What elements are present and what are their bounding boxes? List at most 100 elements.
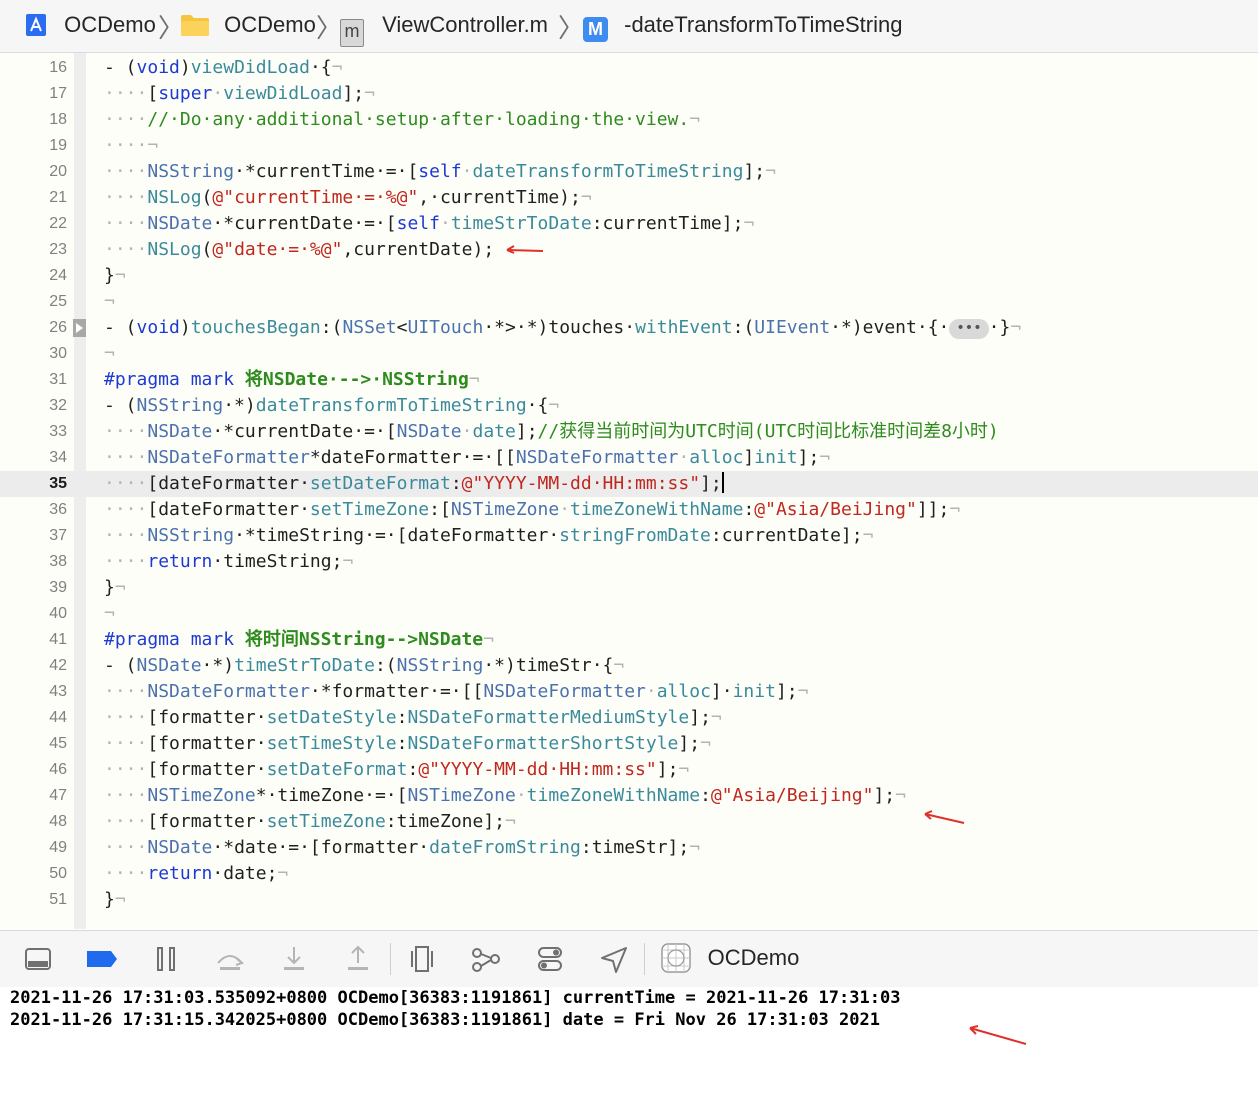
line-number: 38 xyxy=(49,553,67,570)
step-into-button[interactable] xyxy=(276,941,312,977)
code-line[interactable]: 50 ····return·date;¬ xyxy=(0,861,1258,887)
code-text: - (NSString·*)dateTransformToTimeString·… xyxy=(104,395,560,416)
line-number: 30 xyxy=(49,345,67,362)
code-line[interactable]: 20 ····NSString·*currentTime·=·[self·date… xyxy=(0,159,1258,185)
code-line[interactable]: 17 ····[super·viewDidLoad];¬ xyxy=(0,81,1258,107)
code-line[interactable]: 45 ····[formatter·setTimeStyle:NSDateForm… xyxy=(0,731,1258,757)
code-line[interactable]: 21 ····NSLog(@"currentTime·=·%@",·current… xyxy=(0,185,1258,211)
code-text: ····NSString·*currentTime·=·[self·dateTr… xyxy=(104,161,776,182)
step-out-icon xyxy=(348,945,368,970)
environment-overrides-button[interactable] xyxy=(532,941,568,977)
line-number: 37 xyxy=(49,527,67,544)
memory-graph-button[interactable] xyxy=(468,941,504,977)
simulate-location-button[interactable] xyxy=(596,941,632,977)
code-text: ····NSDate·*date·=·[formatter·dateFromSt… xyxy=(104,837,701,858)
code-line[interactable]: 25 ¬ xyxy=(0,289,1258,315)
code-text: }¬ xyxy=(104,889,126,910)
breadcrumb-file-label: ViewController.m xyxy=(382,12,549,37)
code-line[interactable]: 32 - (NSString·*)dateTransformToTimeStrin… xyxy=(0,393,1258,419)
line-number: 23 xyxy=(49,241,67,258)
breakpoint-icon xyxy=(87,951,117,967)
breadcrumb-separator-icon: 〉 xyxy=(316,14,343,44)
code-editor[interactable]: 16 - (void)viewDidLoad·{¬ 17 ····[super·vie… xyxy=(0,53,1258,929)
code-text: ····return·date;¬ xyxy=(104,863,289,884)
line-number: 47 xyxy=(49,787,67,804)
code-line[interactable]: 34 ····NSDateFormatter*dateFormatter·=·[[… xyxy=(0,445,1258,471)
code-line[interactable]: 49 ····NSDate·*date·=·[formatter·dateFrom… xyxy=(0,835,1258,861)
code-line[interactable]: 38 ····return·timeString;¬ xyxy=(0,549,1258,575)
code-text: ····//·Do·any·additional·setup·after·loa… xyxy=(104,109,701,130)
step-out-button[interactable] xyxy=(340,941,376,977)
folder-icon xyxy=(181,15,209,36)
code-line[interactable]: 23 ····NSLog(@"date·=·%@",currentDate); xyxy=(0,237,1258,263)
breadcrumb-method[interactable]: M -dateTransformToTimeString xyxy=(583,12,902,42)
code-text: - (void)touchesBegan:(NSSet<UITouch·*>·*… xyxy=(104,317,1022,339)
line-number: 44 xyxy=(49,709,67,726)
step-over-button[interactable] xyxy=(212,941,248,977)
code-line[interactable]: 44 ····[formatter·setDateStyle:NSDateForm… xyxy=(0,705,1258,731)
objc-file-icon: m xyxy=(340,19,364,47)
debug-target-label: OCDemo xyxy=(707,945,800,970)
step-into-icon xyxy=(284,947,304,970)
toolbar-divider xyxy=(390,943,391,975)
code-line[interactable]: 36 ····[dateFormatter·setTimeZone:[NSTime… xyxy=(0,497,1258,523)
code-line[interactable]: 19 ····¬ xyxy=(0,133,1258,159)
folded-code-ellipsis-button[interactable]: ••• xyxy=(949,319,989,339)
code-line[interactable]: 33 ····NSDate·*currentDate·=·[NSDate·date… xyxy=(0,419,1258,445)
debug-target-selector[interactable]: OCDemo xyxy=(660,942,799,976)
code-line[interactable]: 43 ····NSDateFormatter·*formatter·=·[[NSD… xyxy=(0,679,1258,705)
console-line: 2021-11-26 17:31:03.535092+0800 OCDemo[3… xyxy=(10,988,901,1008)
hide-debug-area-icon xyxy=(25,948,51,970)
console-output[interactable]: 2021-11-26 17:31:03.535092+0800 OCDemo[3… xyxy=(0,987,1258,1096)
code-line[interactable]: 26 - (void)touchesBegan:(NSSet<UITouch·*>… xyxy=(0,315,1258,341)
breadcrumb: OCDemo 〉 OCDemo 〉 m ViewController.m 〉 M… xyxy=(0,0,1258,53)
line-number: 40 xyxy=(49,605,67,622)
memory-graph-icon xyxy=(472,948,500,972)
fold-disclosure-icon[interactable] xyxy=(73,319,86,337)
toggle-switches-icon xyxy=(538,947,562,971)
code-line[interactable]: 42 - (NSDate·*)timeStrToDate:(NSString·*)… xyxy=(0,653,1258,679)
breadcrumb-file[interactable]: m ViewController.m xyxy=(340,12,549,47)
line-number: 20 xyxy=(49,163,67,180)
code-line[interactable]: 51 }¬ xyxy=(0,887,1258,913)
location-arrow-icon xyxy=(601,947,627,973)
code-line[interactable]: 40 ¬ xyxy=(0,601,1258,627)
breadcrumb-project[interactable]: OCDemo xyxy=(24,12,156,40)
code-line[interactable]: 41 #pragma mark 将时间NSString-->NSDate¬ xyxy=(0,627,1258,653)
line-number: 50 xyxy=(49,865,67,882)
code-text: #pragma mark 将NSDate·-->·NSString¬ xyxy=(104,369,480,390)
code-line[interactable]: 22 ····NSDate·*currentDate·=·[self·timeSt… xyxy=(0,211,1258,237)
breakpoints-toggle-button[interactable] xyxy=(84,941,120,977)
line-number: 46 xyxy=(49,761,67,778)
code-line[interactable]: 39}¬ xyxy=(0,575,1258,601)
code-text: #pragma mark 将时间NSString-->NSDate¬ xyxy=(104,629,494,650)
code-line[interactable]: 31 #pragma mark 将NSDate·-->·NSString¬ xyxy=(0,367,1258,393)
code-line[interactable]: 30 ¬ xyxy=(0,341,1258,367)
line-number: 36 xyxy=(49,501,67,518)
code-line[interactable]: 46 ····[formatter·setDateFormat:@"YYYY-MM… xyxy=(0,757,1258,783)
code-line[interactable]: 37 ····NSString·*timeString·=·[dateFormat… xyxy=(0,523,1258,549)
code-line[interactable]: 16 - (void)viewDidLoad·{¬ xyxy=(0,55,1258,81)
code-line[interactable]: 35 ····[dateFormatter·setDateFormat:@"YYY… xyxy=(0,471,1258,497)
code-text: ····NSDateFormatter*dateFormatter·=·[[NS… xyxy=(104,447,831,468)
pause-button[interactable] xyxy=(148,941,184,977)
code-text: ¬ xyxy=(104,603,115,624)
line-number: 16 xyxy=(49,59,67,76)
line-number: 51 xyxy=(49,891,67,908)
text-cursor xyxy=(721,472,724,493)
code-text: - (void)viewDidLoad·{¬ xyxy=(104,57,343,78)
code-text: ····NSLog(@"currentTime·=·%@",·currentTi… xyxy=(104,187,592,208)
code-text: }¬ xyxy=(104,265,126,286)
code-line[interactable]: 47 ····NSTimeZone*·timeZone·=·[NSTimeZone… xyxy=(0,783,1258,809)
view-hierarchy-button[interactable] xyxy=(404,941,440,977)
line-number: 21 xyxy=(49,189,67,206)
hide-debug-area-button[interactable] xyxy=(20,941,56,977)
view-hierarchy-icon xyxy=(411,946,433,972)
code-line[interactable]: 48 ····[formatter·setTimeZone:timeZone];¬ xyxy=(0,809,1258,835)
code-line[interactable]: 24}¬ xyxy=(0,263,1258,289)
console-line: 2021-11-26 17:31:15.342025+0800 OCDemo[3… xyxy=(10,1010,880,1030)
breadcrumb-group[interactable]: OCDemo xyxy=(180,12,316,40)
annotation-arrow xyxy=(969,1025,1027,1045)
line-number: 33 xyxy=(49,423,67,440)
code-line[interactable]: 18 ····//·Do·any·additional·setup·after·l… xyxy=(0,107,1258,133)
